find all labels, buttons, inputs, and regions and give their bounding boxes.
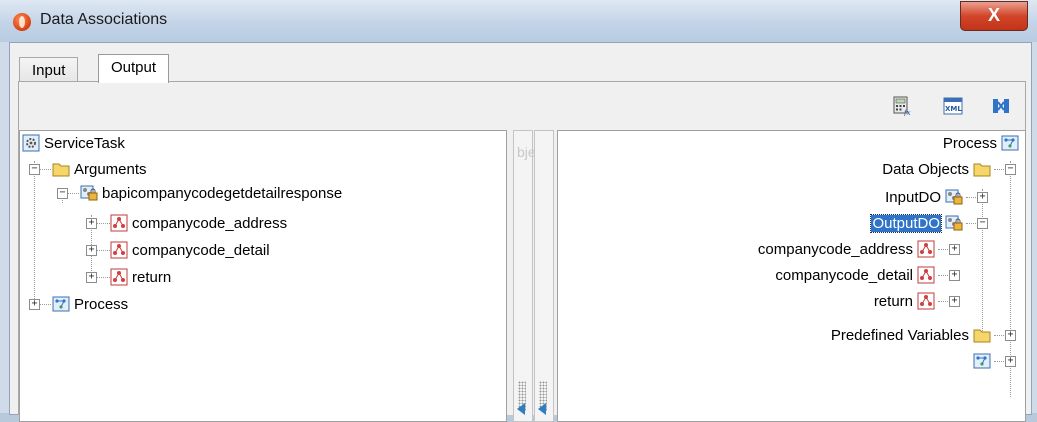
collapse-toggle[interactable]: − bbox=[29, 164, 40, 175]
process-icon bbox=[973, 353, 991, 369]
service-task-icon bbox=[22, 134, 40, 152]
tree-node-arguments[interactable]: Arguments bbox=[52, 159, 147, 179]
expand-toggle[interactable]: + bbox=[949, 244, 960, 255]
folder-icon bbox=[973, 329, 991, 343]
data-object-lock-icon bbox=[80, 185, 98, 201]
tree-node-outputdo[interactable]: OutputDO bbox=[870, 213, 963, 233]
collapse-toggle[interactable]: − bbox=[57, 188, 68, 199]
tree-node-response[interactable]: bapicompanycodegetdetailresponse bbox=[80, 183, 342, 203]
data-object-lock-icon bbox=[945, 215, 963, 231]
close-button[interactable]: X bbox=[960, 1, 1028, 31]
target-tree-panel: − + − + + + + + Process Data Objects Inp… bbox=[557, 130, 1026, 422]
folder-icon bbox=[973, 163, 991, 177]
calculator-icon[interactable]: fx bbox=[892, 96, 912, 116]
tree-node-field[interactable]: companycode_detail bbox=[110, 240, 270, 260]
structure-icon bbox=[110, 241, 128, 259]
expand-toggle[interactable]: + bbox=[86, 218, 97, 229]
app-icon bbox=[13, 13, 31, 31]
expand-toggle[interactable]: + bbox=[86, 272, 97, 283]
node-label: companycode_address bbox=[757, 240, 913, 258]
mapping-icon[interactable] bbox=[991, 96, 1011, 116]
node-label: companycode_detail bbox=[775, 266, 913, 284]
svg-text:fx: fx bbox=[903, 109, 911, 116]
tree-node-process-ref[interactable] bbox=[969, 351, 991, 371]
tree-node-servicetask[interactable]: ServiceTask bbox=[22, 133, 125, 153]
node-label: Predefined Variables bbox=[830, 326, 969, 344]
expand-toggle[interactable]: + bbox=[1005, 330, 1016, 341]
tree-node-field[interactable]: companycode_detail bbox=[775, 265, 935, 285]
tree-node-field[interactable]: return bbox=[110, 267, 171, 287]
folder-icon bbox=[52, 163, 70, 177]
structure-icon bbox=[917, 240, 935, 258]
node-label-selected: OutputDO bbox=[870, 213, 942, 233]
title-bar: Data Associations X bbox=[0, 0, 1037, 42]
node-label: InputDO bbox=[885, 188, 941, 206]
structure-icon bbox=[917, 292, 935, 310]
arrow-icon bbox=[517, 403, 525, 415]
process-icon bbox=[52, 296, 70, 312]
node-label: Arguments bbox=[74, 160, 147, 178]
node-label: companycode_detail bbox=[132, 241, 270, 259]
node-label: bapicompanycodegetdetailresponse bbox=[102, 184, 343, 202]
source-tree-panel: − − + + + + ServiceTask Arguments bapico… bbox=[19, 130, 507, 422]
dialog-client-area: Input Output fx XML − − + + + + ServiceT… bbox=[9, 42, 1032, 422]
splitter-right[interactable] bbox=[534, 130, 554, 422]
expand-toggle[interactable]: + bbox=[977, 192, 988, 203]
tab-output[interactable]: Output bbox=[98, 54, 170, 83]
arrow-icon bbox=[538, 403, 546, 415]
structure-icon bbox=[917, 266, 935, 284]
xml-icon-label: XML bbox=[945, 105, 962, 113]
output-tab-panel: fx XML − − + + + + ServiceTask Arguments… bbox=[18, 81, 1026, 422]
node-label: ServiceTask bbox=[44, 134, 125, 152]
node-label: Process bbox=[74, 295, 129, 313]
tree-node-field[interactable]: companycode_address bbox=[110, 213, 287, 233]
node-label: return bbox=[132, 268, 172, 286]
tree-node-process[interactable]: Process bbox=[52, 294, 128, 314]
data-associations-window: Data Associations X Input Output fx XML bbox=[0, 0, 1037, 422]
tree-node-field[interactable]: return bbox=[874, 291, 935, 311]
process-icon bbox=[1001, 135, 1019, 151]
xml-icon[interactable]: XML bbox=[943, 96, 963, 116]
expand-toggle[interactable]: + bbox=[1005, 356, 1016, 367]
node-label: Data Objects bbox=[882, 160, 969, 178]
node-label: companycode_address bbox=[132, 214, 288, 232]
collapse-toggle[interactable]: − bbox=[977, 218, 988, 229]
expand-toggle[interactable]: + bbox=[29, 299, 40, 310]
structure-icon bbox=[110, 268, 128, 286]
tree-node-process[interactable]: Process bbox=[943, 133, 1019, 153]
expand-toggle[interactable]: + bbox=[949, 270, 960, 281]
collapse-toggle[interactable]: − bbox=[1005, 164, 1016, 175]
window-title: Data Associations bbox=[40, 11, 168, 28]
expand-toggle[interactable]: + bbox=[86, 245, 97, 256]
tree-node-predefined[interactable]: Predefined Variables bbox=[831, 325, 991, 345]
tree-node-data-objects[interactable]: Data Objects bbox=[882, 159, 991, 179]
tree-node-field[interactable]: companycode_address bbox=[758, 239, 935, 259]
structure-icon bbox=[110, 214, 128, 232]
node-label: return bbox=[873, 292, 913, 310]
tab-input[interactable]: Input bbox=[19, 57, 79, 82]
data-object-lock-icon bbox=[945, 189, 963, 205]
ghost-text: bje bbox=[517, 144, 536, 160]
expand-toggle[interactable]: + bbox=[949, 296, 960, 307]
splitter-left[interactable] bbox=[513, 130, 533, 422]
tree-node-inputdo[interactable]: InputDO bbox=[885, 187, 963, 207]
node-label: Process bbox=[942, 134, 997, 152]
